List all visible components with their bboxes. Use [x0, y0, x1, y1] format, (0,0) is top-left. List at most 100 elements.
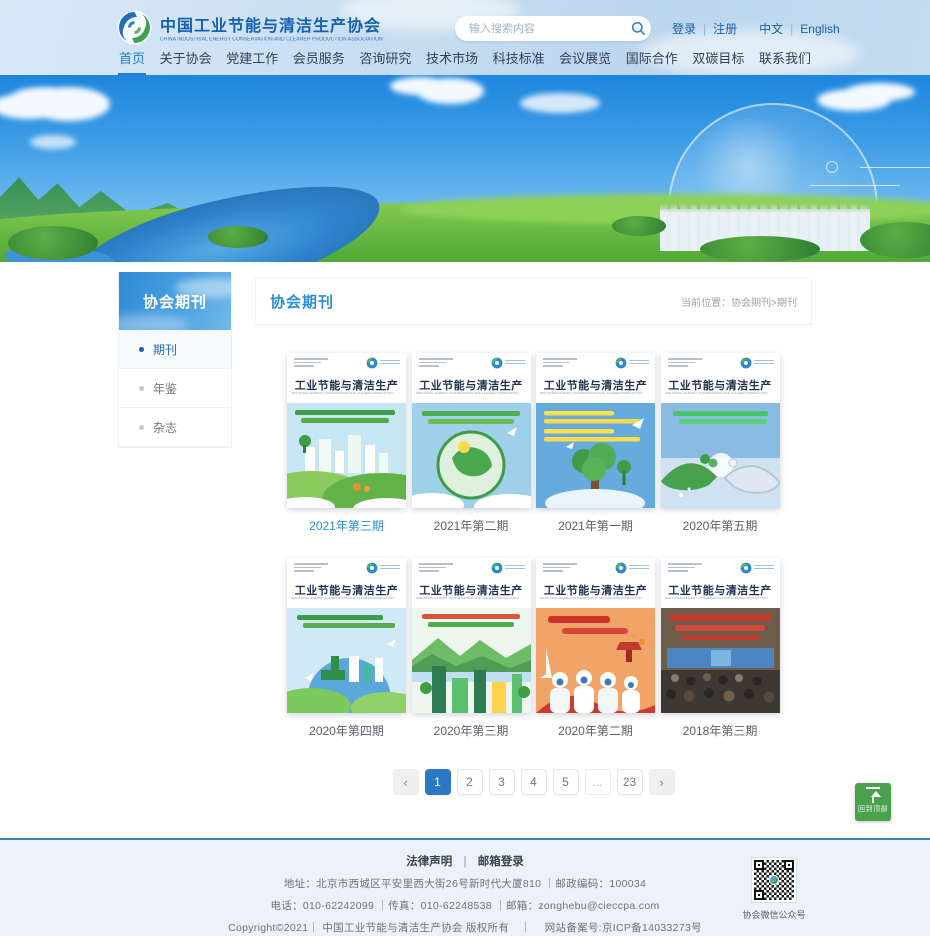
- journal-card[interactable]: 工业节能与清洁生产 INDUSTRIAL ENERGY CONSERVATION…: [287, 353, 406, 534]
- cover-logo-icon: [366, 357, 400, 369]
- journal-card[interactable]: 工业节能与清洁生产 INDUSTRIAL ENERGY CONSERVATION…: [536, 558, 655, 739]
- journal-caption[interactable]: 2021年第三期: [287, 517, 406, 534]
- bush-decor: [700, 236, 820, 262]
- nav-item-party[interactable]: 党建工作: [225, 48, 279, 75]
- pagination-page-3[interactable]: 3: [489, 769, 515, 795]
- search-icon[interactable]: [625, 16, 651, 41]
- journal-title: 工业节能与清洁生产: [287, 582, 406, 598]
- journal-title: 工业节能与清洁生产: [661, 582, 780, 598]
- journal-caption[interactable]: 2018年第三期: [661, 722, 780, 739]
- cover-illustration: [536, 403, 655, 508]
- page-title: 协会期刊: [270, 291, 334, 312]
- sidebar-item-journal[interactable]: 期刊: [119, 330, 231, 369]
- brand-title: 中国工业节能与清洁生产协会: [160, 12, 419, 36]
- journal-caption[interactable]: 2020年第五期: [661, 517, 780, 534]
- journal-cover: 工业节能与清洁生产 INDUSTRIAL ENERGY CONSERVATION…: [536, 558, 655, 713]
- login-link[interactable]: 登录: [672, 20, 696, 37]
- association-logo-icon: [116, 9, 153, 46]
- bush-decor: [208, 226, 268, 248]
- journal-title: 工业节能与清洁生产: [412, 582, 531, 598]
- nav-item-conference[interactable]: 会议展览: [558, 48, 612, 75]
- journal-cover: 工业节能与清洁生产 INDUSTRIAL ENERGY CONSERVATION…: [661, 558, 780, 713]
- arrow-up-icon: [866, 787, 880, 802]
- pagination-page-2[interactable]: 2: [457, 769, 483, 795]
- journal-caption[interactable]: 2021年第二期: [412, 517, 531, 534]
- banner-cloud: [10, 87, 80, 109]
- page: 中国工业节能与清洁生产协会 CHINA INDUSTRIAL ENERGY CO…: [0, 0, 930, 936]
- search-input[interactable]: [455, 23, 625, 35]
- separator: |: [790, 22, 793, 36]
- content-area: 协会期刊 期刊 年鉴 杂志 协会期刊 当前位置：协会期刊>期刊: [0, 262, 930, 838]
- register-link[interactable]: 注册: [713, 20, 737, 37]
- nav-item-contact[interactable]: 联系我们: [758, 48, 812, 75]
- footer: 法律声明 | 邮箱登录 地址：北京市西城区平安里西大街26号新时代大厦810 ｜…: [0, 838, 930, 936]
- nav-item-dual-carbon[interactable]: 双碳目标: [691, 48, 745, 75]
- journal-caption[interactable]: 2020年第三期: [412, 722, 531, 739]
- sidebar-title: 协会期刊: [119, 272, 231, 330]
- journal-card[interactable]: 工业节能与清洁生产 INDUSTRIAL ENERGY CONSERVATION…: [536, 353, 655, 534]
- back-to-top-label: 回到顶部: [858, 804, 888, 814]
- journal-subtitle: INDUSTRIAL ENERGY CONSERVATION AND CLEAN…: [291, 392, 405, 395]
- nav-item-consulting[interactable]: 咨询研究: [358, 48, 412, 75]
- sidebar-item-magazine[interactable]: 杂志: [119, 408, 231, 447]
- footer-copyright: Copyright©2021｜ 中国工业节能与清洁生产协会 版权所有 ｜ 网站备…: [0, 920, 930, 935]
- nav-item-about[interactable]: 关于协会: [159, 48, 213, 75]
- journal-cover-header: 工业节能与清洁生产 INDUSTRIAL ENERGY CONSERVATION…: [412, 558, 531, 608]
- cover-logo-icon: [366, 562, 400, 574]
- cover-illustration: [412, 403, 531, 508]
- sidebar-item-label: 期刊: [153, 341, 177, 358]
- cover-illustration: [661, 608, 780, 713]
- cover-logo-icon: [740, 562, 774, 574]
- sidebar-item-yearbook[interactable]: 年鉴: [119, 369, 231, 408]
- banner-cloud: [520, 93, 600, 113]
- nav-item-standards[interactable]: 科技标准: [492, 48, 546, 75]
- journal-caption[interactable]: 2021年第一期: [536, 517, 655, 534]
- journal-card[interactable]: 工业节能与清洁生产 INDUSTRIAL ENERGY CONSERVATION…: [661, 558, 780, 739]
- search-box: [455, 16, 651, 41]
- bullet-icon: [139, 386, 144, 391]
- lang-zh-link[interactable]: 中文: [759, 20, 783, 37]
- nav-item-membership[interactable]: 会员服务: [292, 48, 346, 75]
- journal-grid: 工业节能与清洁生产 INDUSTRIAL ENERGY CONSERVATION…: [287, 353, 780, 739]
- pagination-next-button[interactable]: ›: [649, 769, 675, 795]
- bush-decor: [612, 216, 666, 236]
- main-panel: 协会期刊 当前位置：协会期刊>期刊 工业节能与清洁生产: [255, 277, 812, 795]
- journal-card[interactable]: 工业节能与清洁生产 INDUSTRIAL ENERGY CONSERVATION…: [661, 353, 780, 534]
- cover-microtext-decor: [294, 358, 328, 369]
- journal-subtitle: INDUSTRIAL ENERGY CONSERVATION AND CLEAN…: [665, 392, 779, 395]
- cover-microtext-decor: [543, 563, 577, 574]
- site-header: 中国工业节能与清洁生产协会 CHINA INDUSTRIAL ENERGY CO…: [0, 0, 930, 75]
- journal-cover-header: 工业节能与清洁生产 INDUSTRIAL ENERGY CONSERVATION…: [412, 353, 531, 403]
- journal-cover: 工业节能与清洁生产 INDUSTRIAL ENERGY CONSERVATION…: [661, 353, 780, 508]
- journal-cover: 工业节能与清洁生产 INDUSTRIAL ENERGY CONSERVATION…: [287, 558, 406, 713]
- journal-subtitle: INDUSTRIAL ENERGY CONSERVATION AND CLEAN…: [540, 597, 654, 600]
- journal-card[interactable]: 工业节能与清洁生产 INDUSTRIAL ENERGY CONSERVATION…: [287, 558, 406, 739]
- journal-subtitle: INDUSTRIAL ENERGY CONSERVATION AND CLEAN…: [416, 392, 530, 395]
- pagination: ‹ 1 2 3 4 5 ... 23 ›: [255, 769, 812, 795]
- top-links: 登录 | 注册 中文 | English: [672, 20, 840, 37]
- pagination-page-23[interactable]: 23: [617, 769, 643, 795]
- mail-login-link[interactable]: 邮箱登录: [478, 856, 524, 868]
- back-to-top-button[interactable]: 回到顶部: [855, 783, 891, 821]
- pagination-page-1[interactable]: 1: [425, 769, 451, 795]
- journal-caption[interactable]: 2020年第四期: [287, 722, 406, 739]
- legal-notice-link[interactable]: 法律声明: [406, 856, 452, 868]
- journal-card[interactable]: 工业节能与清洁生产 INDUSTRIAL ENERGY CONSERVATION…: [412, 353, 531, 534]
- journal-caption[interactable]: 2020年第二期: [536, 722, 655, 739]
- cover-illustration: [536, 608, 655, 713]
- sidebar-item-label: 杂志: [153, 419, 177, 436]
- cover-microtext-decor: [419, 563, 453, 574]
- qr-caption: 协会微信公众号: [740, 908, 808, 921]
- journal-title: 工业节能与清洁生产: [287, 377, 406, 393]
- pagination-prev-button[interactable]: ‹: [393, 769, 419, 795]
- brand-text: 中国工业节能与清洁生产协会 CHINA INDUSTRIAL ENERGY CO…: [160, 12, 419, 43]
- nav-item-home[interactable]: 首页: [118, 48, 146, 75]
- journal-card[interactable]: 工业节能与清洁生产 INDUSTRIAL ENERGY CONSERVATION…: [412, 558, 531, 739]
- pagination-page-5[interactable]: 5: [553, 769, 579, 795]
- pagination-ellipsis: ...: [585, 769, 611, 795]
- brand-logo[interactable]: 中国工业节能与清洁生产协会 CHINA INDUSTRIAL ENERGY CO…: [116, 9, 419, 46]
- nav-item-international[interactable]: 国际合作: [625, 48, 679, 75]
- lang-en-link[interactable]: English: [800, 22, 839, 36]
- pagination-page-4[interactable]: 4: [521, 769, 547, 795]
- nav-item-tech-market[interactable]: 技术市场: [425, 48, 479, 75]
